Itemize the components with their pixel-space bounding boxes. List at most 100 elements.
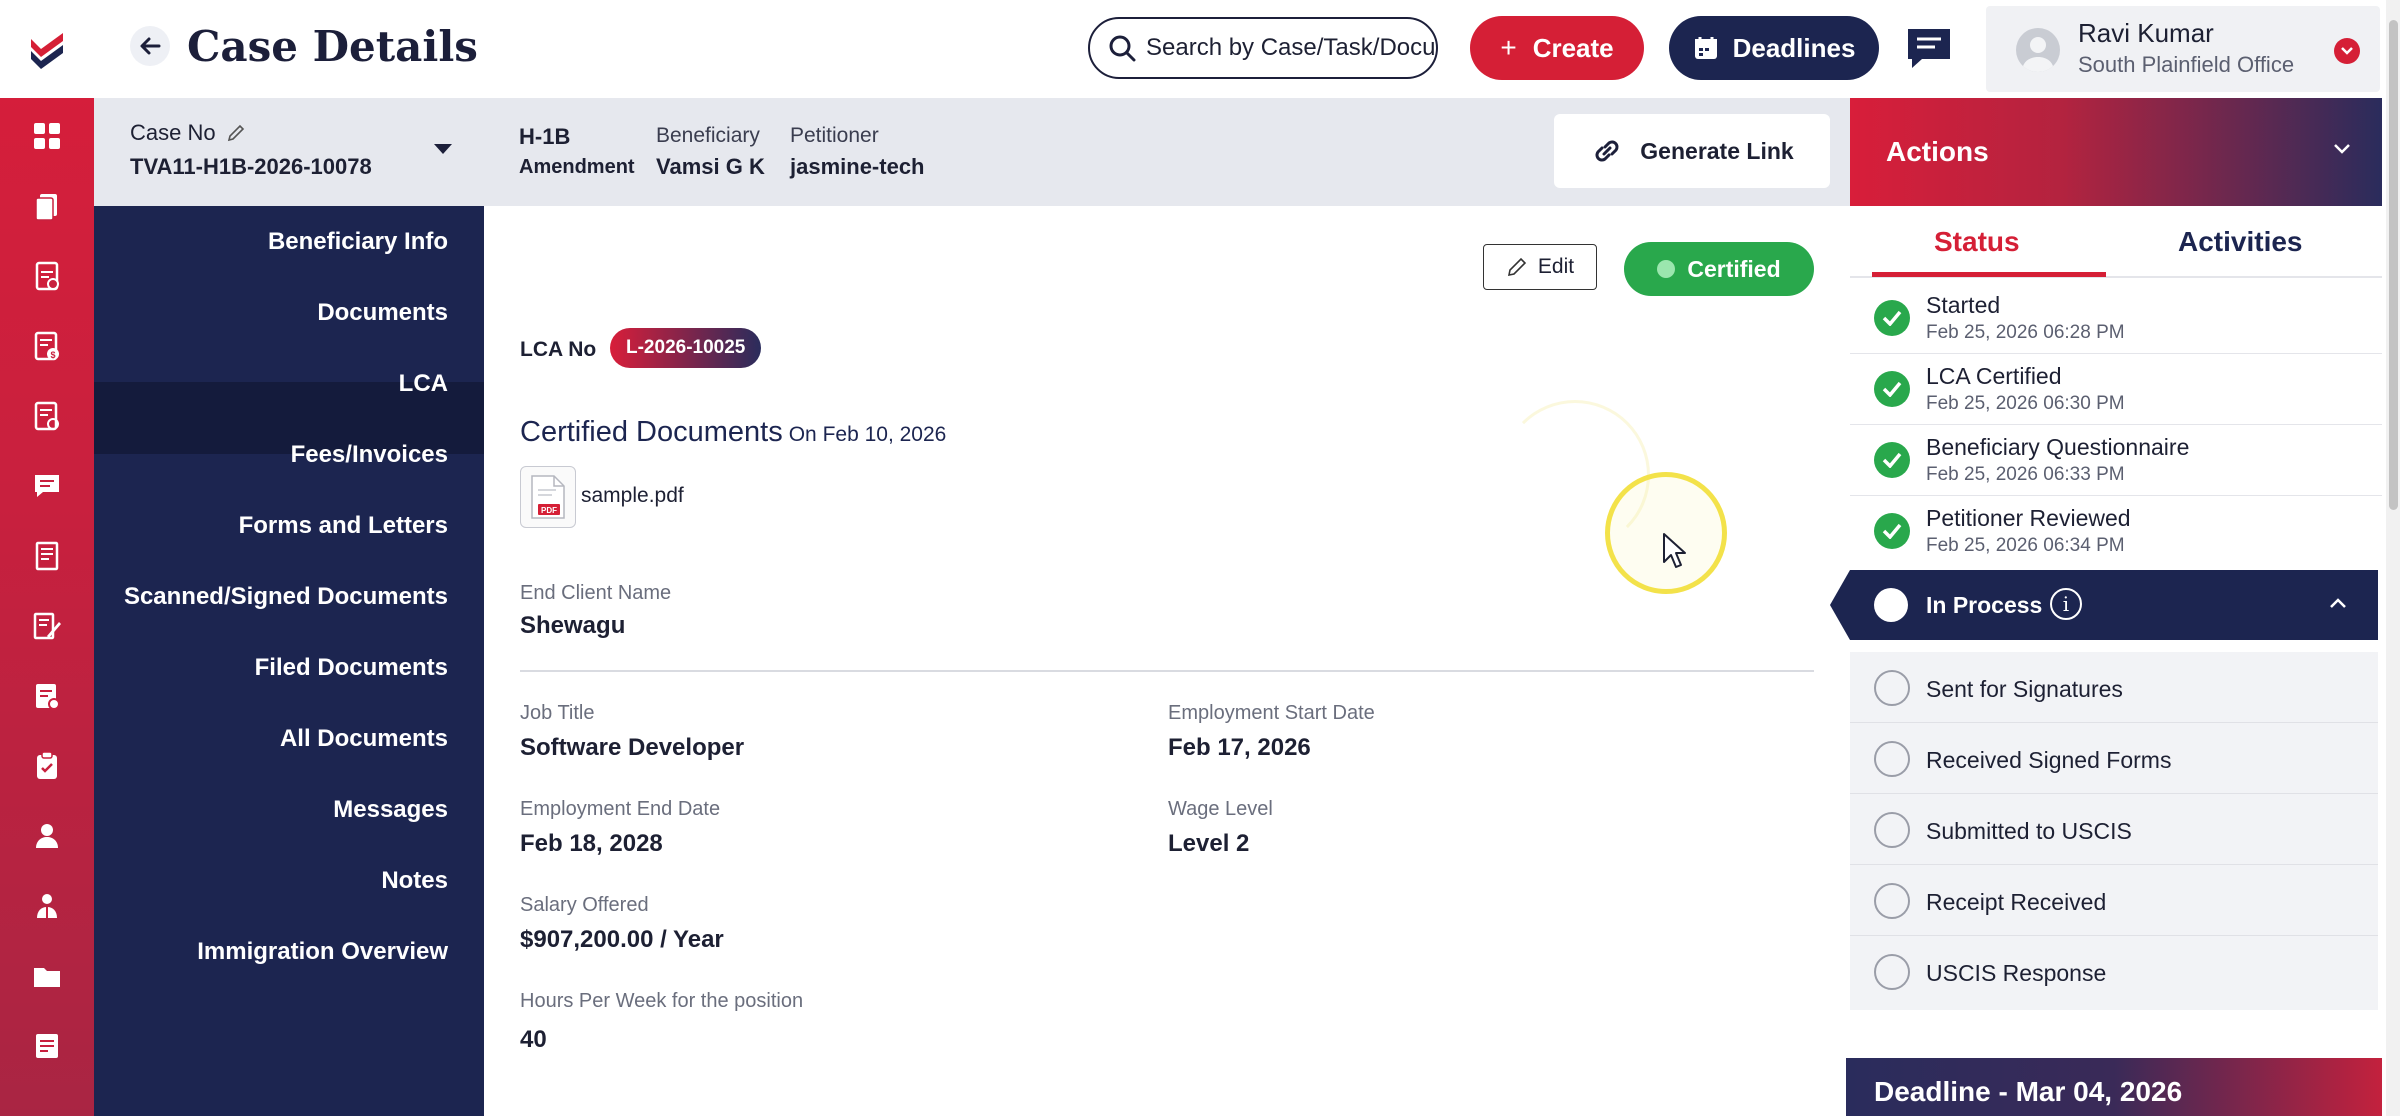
status-step-completed: Started Feb 25, 2026 06:28 PM [1850,284,2382,354]
end-date-value: Feb 18, 2028 [520,830,663,857]
end-client-value: Shewagu [520,612,626,639]
check-circle-icon [1874,442,1910,478]
invoice-icon[interactable]: $ [27,326,67,366]
section-lca[interactable]: LCA [399,370,448,398]
user-menu[interactable]: Ravi Kumar South Plainfield Office [1986,6,2380,92]
dashboard-icon[interactable] [27,116,67,156]
deadline-label: Deadline - Mar 04, 2026 [1874,1076,2183,1107]
step-title: Beneficiary Questionnaire [1926,434,2190,460]
pending-step[interactable]: USCIS Response [1850,936,2378,1007]
case-no-label-group: Case No [130,120,246,146]
salary-value: $907,200.00 / Year [520,926,724,953]
section-scanned-signed[interactable]: Scanned/Signed Documents [124,583,448,611]
messages-icon[interactable] [27,466,67,506]
cases-icon[interactable] [27,186,67,226]
mouse-pointer-icon [1663,533,1686,568]
search-box[interactable] [1088,17,1438,79]
edit-label: Edit [1537,255,1575,278]
calendar-icon [1694,37,1717,59]
reports-icon[interactable] [27,396,67,436]
section-documents[interactable]: Documents [317,299,448,327]
beneficiary-icon[interactable] [27,816,67,856]
wage-level-value: Level 2 [1168,830,1250,857]
pending-step[interactable]: Receipt Received [1850,865,2378,936]
chevron-down-icon[interactable] [2332,142,2352,156]
end-client-label: End Client Name [520,582,672,604]
beneficiary-value: Vamsi G K [656,154,765,179]
step-title: Petitioner Reviewed [1926,505,2131,531]
notes-icon[interactable] [27,536,67,576]
back-button[interactable] [130,26,170,66]
arrow-left-icon [140,37,161,55]
user-name: Ravi Kumar [2078,18,2214,48]
deadline-banner[interactable]: Deadline - Mar 04, 2026 [1846,1058,2382,1116]
lca-icon[interactable] [27,676,67,716]
search-input[interactable] [1146,34,1436,62]
chat-button[interactable] [1904,24,1954,72]
generate-link-label: Generate Link [1640,137,1794,164]
section-filed-documents[interactable]: Filed Documents [255,654,448,682]
case-dropdown-icon[interactable] [434,144,452,154]
create-button[interactable]: + Create [1470,16,1644,80]
job-title-label: Job Title [520,702,595,724]
tab-status[interactable]: Status [1934,226,2020,258]
file-name-link[interactable]: sample.pdf [581,484,684,508]
section-notes[interactable]: Notes [381,867,448,895]
petitioner-icon[interactable] [27,886,67,926]
chevron-up-icon[interactable] [2328,596,2348,610]
pdf-file-icon[interactable]: PDF [520,466,576,528]
info-icon[interactable]: i [2050,588,2082,620]
actions-header[interactable]: Actions [1850,98,2382,206]
generate-link-button[interactable]: Generate Link [1554,114,1830,188]
pdf-tag: PDF [541,506,557,515]
section-beneficiary-info[interactable]: Beneficiary Info [268,228,448,256]
in-process-header[interactable]: In Process i [1850,570,2378,640]
step-date: Feb 25, 2026 06:30 PM [1926,393,2125,414]
pencil-icon[interactable] [226,123,246,143]
section-all-documents[interactable]: All Documents [280,725,448,753]
clipboard-icon[interactable] [27,746,67,786]
actions-title: Actions [1886,136,1989,167]
lca-no-badge: L-2026-10025 [610,328,762,368]
deadlines-button[interactable]: Deadlines [1669,16,1879,80]
section-immigration-overview[interactable]: Immigration Overview [197,938,448,966]
radio-icon [1874,954,1910,990]
section-messages[interactable]: Messages [333,796,448,824]
edit-button[interactable]: Edit [1483,244,1597,290]
tasks-icon[interactable] [27,256,67,296]
logo-icon [31,33,63,69]
divider [520,670,1814,672]
app-logo[interactable] [0,0,94,98]
pending-step[interactable]: Received Signed Forms [1850,723,2378,794]
deadlines-label: Deadlines [1732,32,1856,63]
radio-icon [1874,812,1910,848]
document-icon[interactable] [27,1026,67,1066]
section-fees-invoices[interactable]: Fees/Invoices [291,441,448,469]
tab-activities[interactable]: Activities [2178,226,2303,258]
plus-icon: + [1500,32,1517,63]
visa-subtype: Amendment [519,156,635,178]
radio-icon [1874,670,1910,706]
petitioner-label: Petitioner [790,124,879,147]
check-circle-icon [1874,371,1910,407]
pending-step[interactable]: Submitted to USCIS [1850,794,2378,865]
avatar [2016,28,2060,72]
pending-step[interactable]: Sent for Signatures [1850,652,2378,723]
step-label: USCIS Response [1926,960,2107,986]
chevron-down-icon[interactable] [2334,38,2360,64]
step-date: Feb 25, 2026 06:33 PM [1926,464,2125,485]
forms-icon[interactable] [27,606,67,646]
scrollbar-thumb[interactable] [2389,20,2398,510]
petitioner-value: jasmine-tech [790,154,925,179]
step-title: LCA Certified [1926,363,2062,389]
certified-documents-heading: Certified Documents On Feb 10, 2026 [520,416,946,449]
status-label: Certified [1687,255,1781,282]
pencil-icon [1507,257,1527,277]
certified-documents-date: On Feb 10, 2026 [788,423,947,446]
wage-level-label: Wage Level [1168,798,1273,820]
folder-icon[interactable] [27,956,67,996]
section-forms-letters[interactable]: Forms and Letters [239,512,448,540]
tab-active-indicator [1872,272,2106,277]
job-title-value: Software Developer [520,734,745,761]
status-step-completed: Petitioner Reviewed Feb 25, 2026 06:34 P… [1850,497,2382,567]
